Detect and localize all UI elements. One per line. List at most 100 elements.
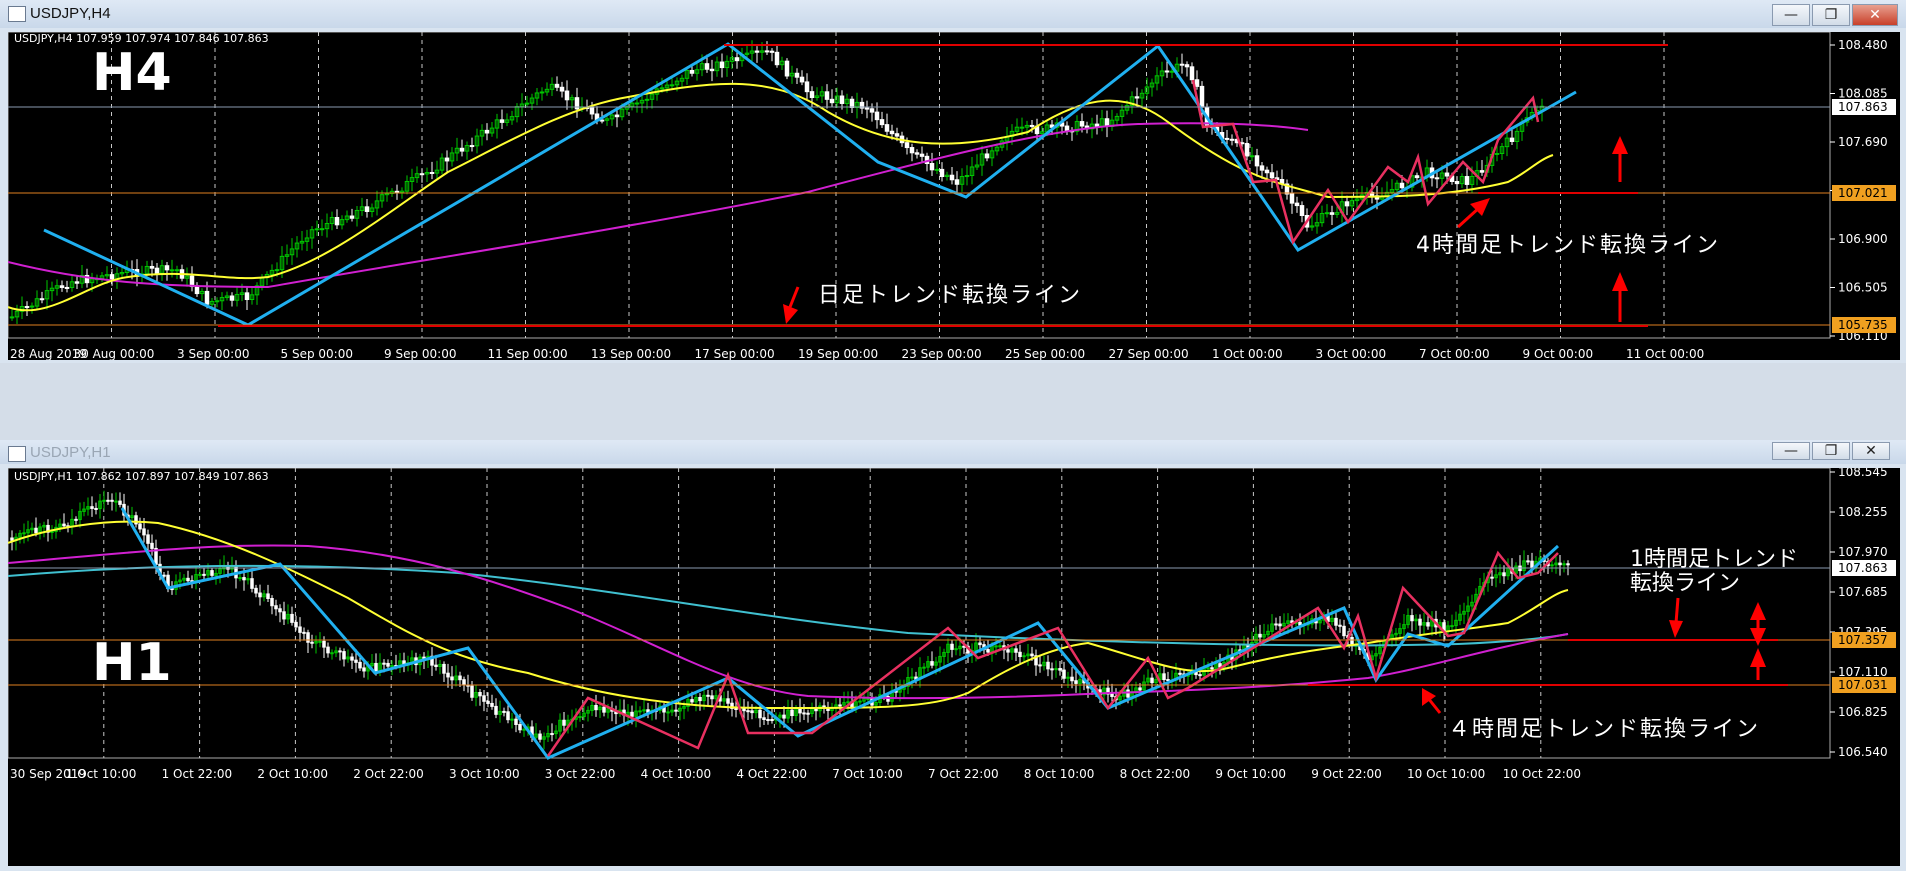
h1-1h-annotation-line1: 1時間足トレンド [1630, 547, 1798, 572]
h1-candle [998, 645, 1002, 648]
h1-candle [442, 663, 446, 674]
h4-candle [1184, 64, 1190, 68]
h4-price-label: 108.480 [1838, 38, 1888, 52]
h4-candle [839, 95, 845, 104]
h4-chart[interactable]: USDJPY,H4 107.959 107.974 107.846 107.86… [7, 31, 1900, 361]
h4-candle [319, 228, 325, 231]
h4-candle [274, 269, 280, 272]
h4-candle [669, 84, 675, 87]
h1-candle [142, 528, 146, 536]
h4-titlebar[interactable]: USDJPY,H4 — ❐ ✕ [0, 0, 1906, 28]
h1-candle [1342, 625, 1346, 637]
h4-candle [599, 119, 605, 122]
h1-candle [330, 652, 334, 655]
h4-date-label: 19 Sep 00:00 [798, 347, 878, 360]
h1-candle [478, 692, 482, 697]
h1-candle [1050, 668, 1054, 671]
h1-candle [482, 695, 486, 702]
h1-line-price-1-box-text: 107.357 [1838, 633, 1888, 647]
h1-candle [278, 608, 282, 613]
minimize-button[interactable]: — [1772, 442, 1810, 460]
h1-candle [90, 506, 94, 509]
h1-4h-annotation: ４時間足トレンド転換ライン [1448, 717, 1760, 742]
h1-date-label: 1 Oct 10:00 [66, 767, 137, 781]
h4-price-label: 107.690 [1838, 135, 1888, 149]
h1-candle [238, 577, 242, 580]
h4-zigzag-red [1191, 79, 1540, 245]
h4-candle [1224, 137, 1230, 140]
h4-candle [754, 50, 760, 53]
h4-candle [909, 147, 915, 154]
h1-candle [950, 643, 954, 650]
h4-date-label: 11 Sep 00:00 [488, 347, 568, 360]
h1-candle [270, 598, 274, 607]
h4-date-label: 5 Sep 00:00 [281, 347, 353, 360]
h1-candle [310, 641, 314, 644]
h1-candle [1338, 624, 1342, 627]
h1-candle [138, 523, 142, 530]
h4-candle [1164, 70, 1170, 73]
h4-candle [539, 91, 545, 94]
h4-candle [154, 267, 160, 274]
h1-date-label: 2 Oct 10:00 [257, 767, 328, 781]
h4-candle [884, 124, 890, 132]
h1-window: USDJPY,H1 — ❐ ✕ USDJPY,H1 107.862 107.89… [0, 440, 1906, 871]
h1-price-label: 106.825 [1838, 705, 1888, 719]
h4-candle [204, 290, 210, 305]
h4-date-label: 3 Oct 00:00 [1316, 347, 1387, 360]
h1-candle [1138, 687, 1142, 691]
h1-candle [522, 728, 526, 731]
h4-candle [59, 285, 65, 288]
h1-candle [242, 577, 246, 581]
h1-candle [1194, 671, 1198, 676]
h4-candle [349, 215, 355, 219]
h4-candle [1189, 66, 1195, 81]
h1-candle [1490, 576, 1494, 579]
h4-daily-annotation: 日足トレンド転換ライン [818, 283, 1082, 308]
h1-candle [382, 662, 386, 665]
h1-candle [1502, 572, 1506, 577]
h4-candle [939, 168, 945, 177]
h4-candle [614, 114, 620, 118]
h1-candle [1178, 672, 1182, 675]
h1-date-label: 1 Oct 22:00 [162, 767, 233, 781]
h1-candle [790, 709, 794, 717]
h4-candle [734, 57, 740, 62]
h4-chart-area[interactable]: USDJPY,H4 107.959 107.974 107.846 107.86… [7, 31, 1900, 361]
h1-titlebar[interactable]: USDJPY,H1 — ❐ ✕ [0, 440, 1906, 464]
h4-candle [984, 153, 990, 159]
h1-candle [506, 711, 510, 721]
maximize-button[interactable]: ❐ [1812, 4, 1850, 26]
h1-candle [1530, 560, 1534, 568]
maximize-button[interactable]: ❐ [1812, 442, 1850, 460]
close-button[interactable]: ✕ [1852, 442, 1890, 460]
h4-candle [499, 119, 505, 123]
h4-candle [704, 63, 710, 70]
h1-candle [22, 532, 26, 535]
h4-candle [879, 119, 885, 126]
h1-candle [1038, 664, 1042, 667]
h4-candle [824, 91, 830, 100]
close-button[interactable]: ✕ [1852, 4, 1898, 26]
h1-plot-frame [7, 467, 1831, 759]
h4-candle [1169, 70, 1175, 73]
h1-date-label: 4 Oct 22:00 [736, 767, 807, 781]
h1-candle [858, 700, 862, 703]
h1-chart-area[interactable]: USDJPY,H1 107.862 107.897 107.849 107.86… [7, 465, 1900, 866]
h4-arrow-daily [783, 286, 800, 324]
h4-candle [914, 152, 920, 155]
h1-candle [358, 661, 362, 669]
h1-candle [994, 645, 998, 648]
h1-date-label: 3 Oct 22:00 [545, 767, 616, 781]
chart-window-icon [8, 6, 26, 22]
minimize-button[interactable]: — [1772, 4, 1810, 26]
h1-candle [322, 640, 326, 648]
h1-candle [1046, 661, 1050, 670]
h1-candle [354, 659, 358, 663]
h1-chart[interactable]: USDJPY,H1 107.862 107.897 107.849 107.86… [7, 465, 1900, 866]
h1-candle [186, 577, 190, 582]
chart-window-icon [8, 446, 26, 462]
h4-line-price-1-box-text: 107.021 [1838, 186, 1888, 200]
h4-date-label: 13 Sep 00:00 [591, 347, 671, 360]
h1-candle [62, 523, 66, 527]
